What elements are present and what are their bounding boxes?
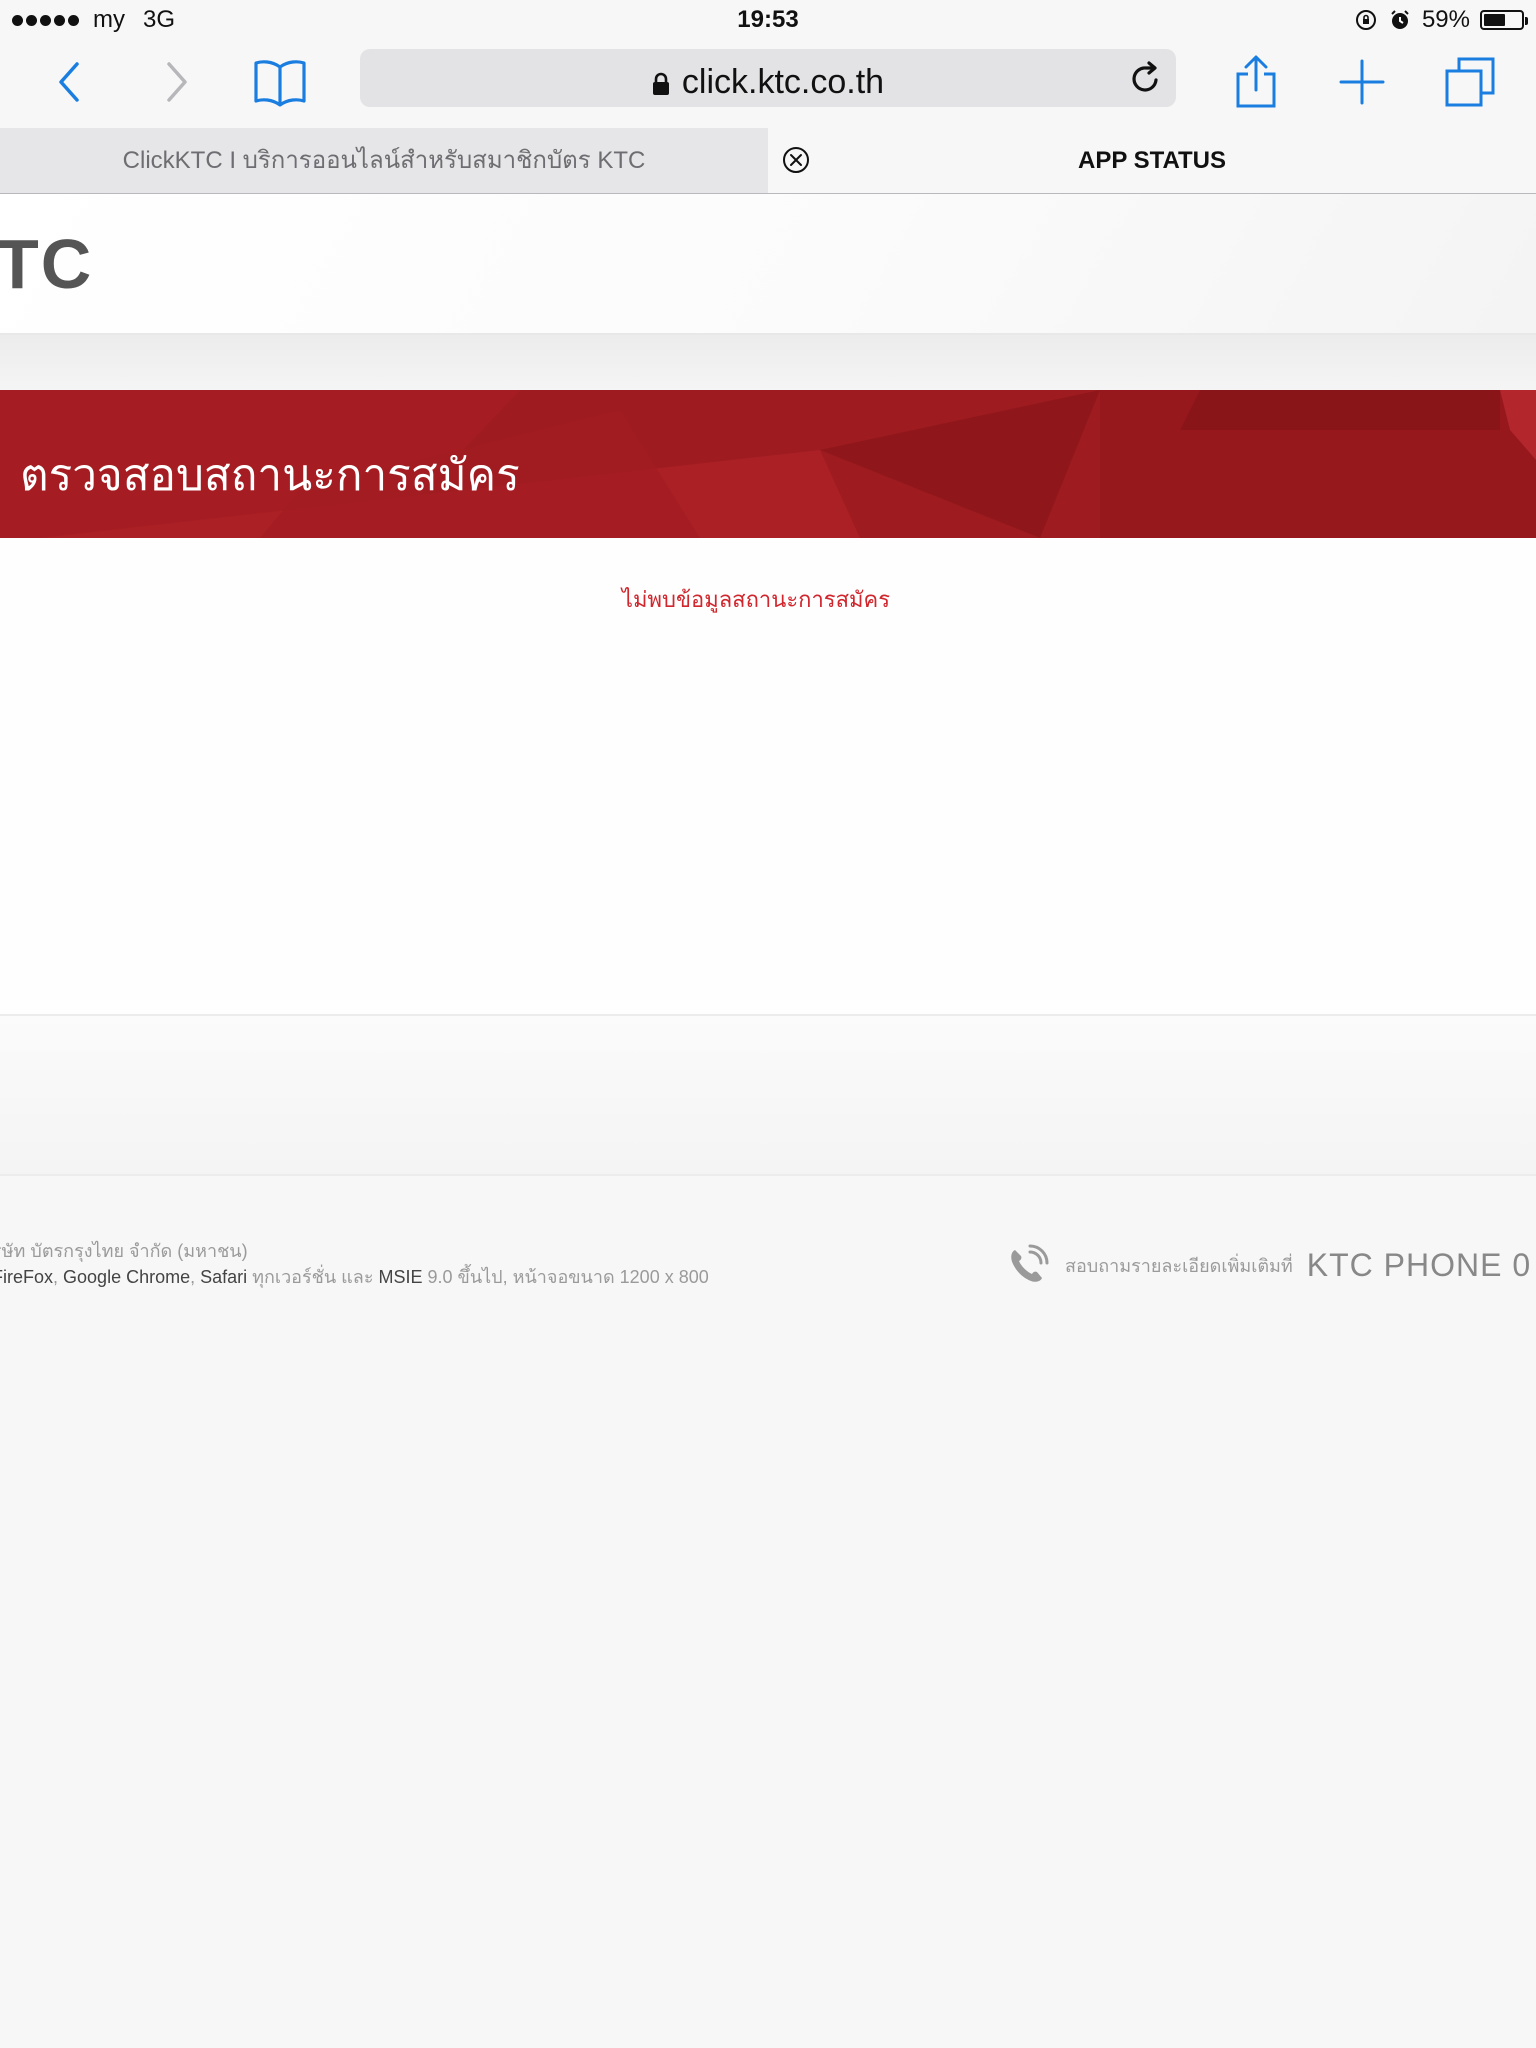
browser-msie: MSIE [378,1267,423,1287]
share-button[interactable] [1224,50,1288,114]
status-bar: my 3G 19:53 59% [0,0,1536,40]
alarm-icon [1391,10,1409,29]
contact-info: สอบถามรายละเอียดเพิ่มเติมที่ KTC PHONE 0… [1005,1242,1536,1288]
browser-safari: Safari [200,1267,248,1287]
forward-icon [167,62,187,102]
inquiry-text: สอบถามรายละเอียดเพิ่มเติมที่ [1065,1255,1293,1276]
browser-mid: ทุกเวอร์ชั่น และ [247,1267,379,1287]
tabs-overview-button[interactable] [1438,50,1502,114]
page-title: ตรวจสอบสถานะการสมัคร [20,451,520,500]
battery-fill [1484,14,1505,26]
bookmarks-button[interactable] [248,50,312,114]
tab-app-status-label: APP STATUS [1077,147,1227,174]
clock: 19:53 [737,6,799,33]
title-banner: ตรวจสอบสถานะการสมัคร [0,390,1536,538]
ktc-logo[interactable]: TC [0,224,93,304]
web-page: TC ตรวจสอบสถานะการสมัคร ไม่พบข้อมูลสถานะ… [0,194,1536,2048]
browser-sep-2: , [190,1267,201,1287]
reload-button[interactable] [1130,61,1162,100]
tab-app-status[interactable]: APP STATUS [768,128,1536,193]
back-icon [59,62,79,102]
share-icon [1236,55,1276,108]
phone-icon [1011,1244,1049,1282]
status-bar-right: 59% [1354,6,1528,34]
tabs-icon [1445,57,1495,107]
browser-chrome: Google Chrome [63,1267,191,1287]
browser-toolbar: click.ktc.co.th [0,40,1536,128]
footer-band [0,1016,1536,1176]
rotation-lock-icon [1355,10,1376,30]
bookmarks-icon [254,60,306,107]
battery-icon [1480,10,1528,30]
no-status-message: ไม่พบข้อมูลสถานะการสมัคร [621,588,891,613]
header-strip [0,335,1536,391]
lock-icon [652,72,669,96]
tab-bar: ClickKTC I บริการออนไลน์สำหรับสมาชิกบัตร… [0,128,1536,194]
url-display: click.ktc.co.th [360,63,1176,102]
supported-browsers-line: FireFox, Google Chrome, Safari ทุกเวอร์ช… [0,1264,709,1290]
url-text: click.ktc.co.th [681,63,885,101]
browser-sep-1: , [53,1267,64,1287]
footer-info: ริษัท บัตรกรุงไทย จำกัด (มหาชน) FireFox,… [0,1238,709,1290]
battery-percentage: 59% [1421,6,1470,33]
company-line: ริษัท บัตรกรุงไทย จำกัด (มหาชน) [0,1241,248,1261]
reload-icon [1132,61,1158,92]
browser-tail: 9.0 ขึ้นไป, หน้าจอขนาด 1200 x 800 [422,1267,709,1287]
new-tab-icon [1339,59,1385,105]
ktc-phone-number[interactable]: KTC PHONE 0 2 [1307,1247,1536,1284]
site-header: TC [0,194,1536,335]
status-content-area: ไม่พบข้อมูลสถานะการสมัคร [0,538,1536,1016]
new-tab-button[interactable] [1330,50,1394,114]
forward-button[interactable] [144,50,208,114]
tab-clickktc[interactable]: ClickKTC I บริการออนไลน์สำหรับสมาชิกบัตร… [0,128,768,193]
address-bar[interactable]: click.ktc.co.th [360,49,1176,107]
browser-firefox: FireFox [0,1267,54,1287]
back-button[interactable] [38,50,102,114]
